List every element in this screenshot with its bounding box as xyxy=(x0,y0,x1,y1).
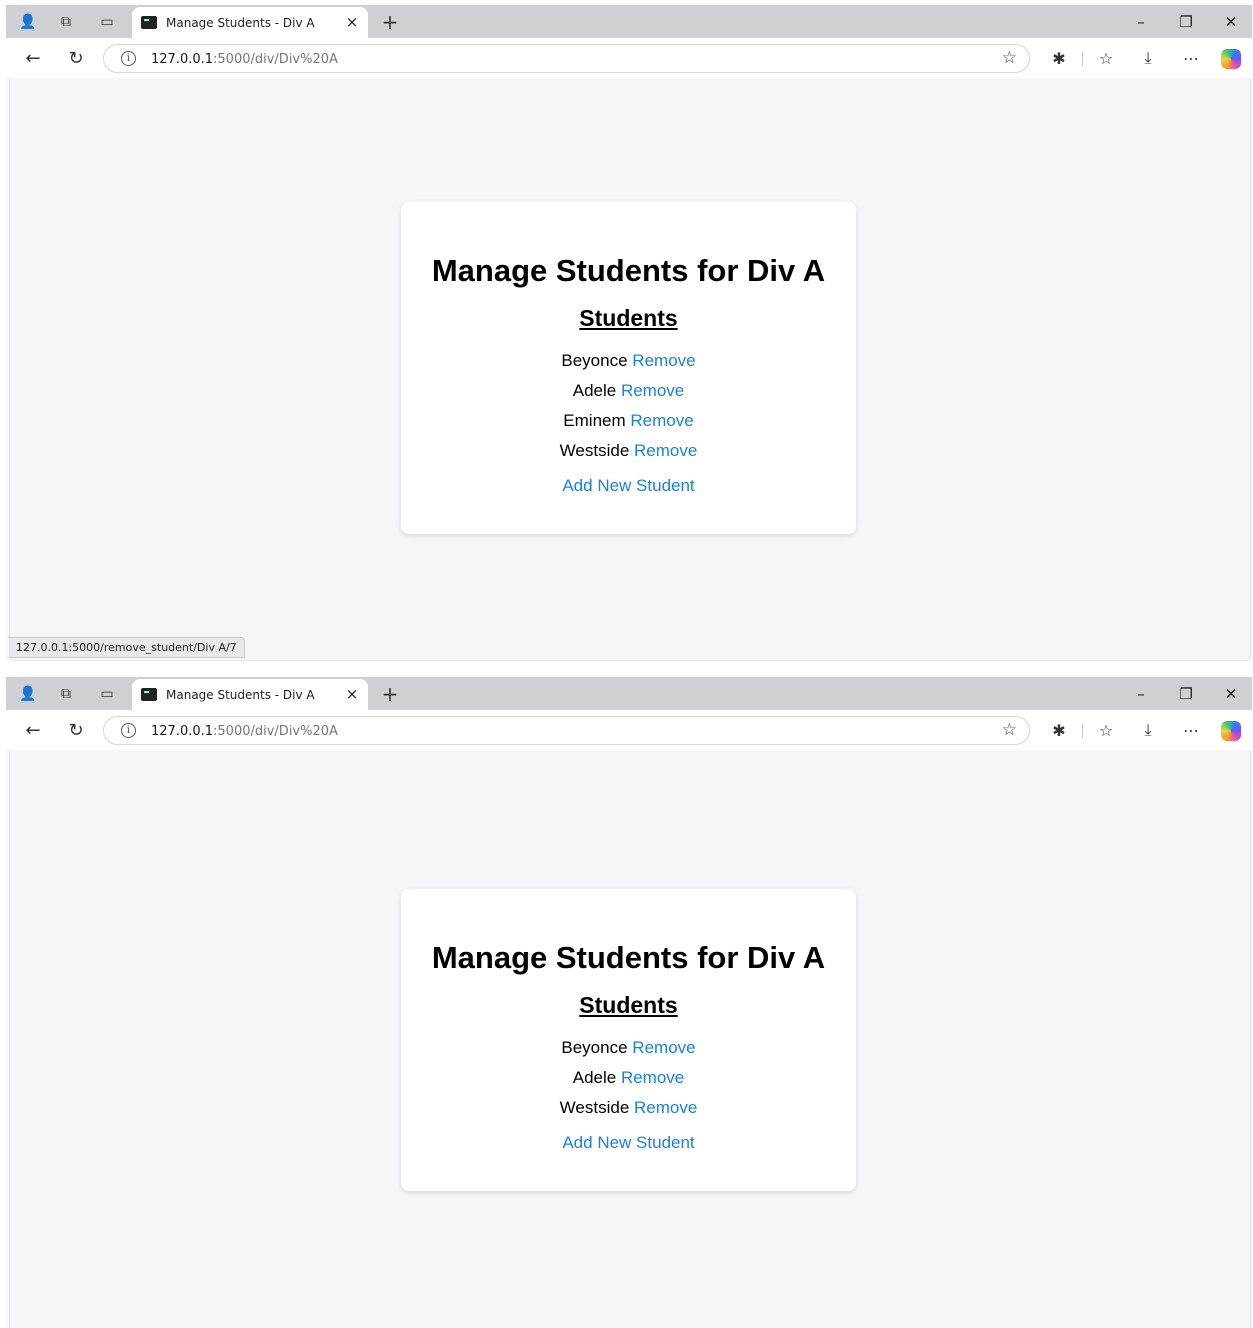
list-item: Beyonce Remove xyxy=(401,346,856,376)
student-list: Beyonce Remove Adele Remove Westside Rem… xyxy=(401,1033,856,1123)
extensions-icon[interactable]: ✱ xyxy=(1046,718,1072,742)
refresh-button[interactable]: ↻ xyxy=(63,718,89,742)
browser-toolbar: ← ↻ i 127.0.0.1:5000/div/Div%20A ☆ ✱ ☆ ⤓… xyxy=(6,38,1252,78)
list-item: Adele Remove xyxy=(401,1063,856,1093)
tab-title: Manage Students - Div A xyxy=(166,16,315,30)
add-new-student-link[interactable]: Add New Student xyxy=(562,1133,694,1153)
back-button[interactable]: ← xyxy=(20,718,46,742)
workspaces-icon[interactable]: ⧉ xyxy=(55,683,77,705)
copilot-icon[interactable] xyxy=(1221,49,1241,69)
page-title: Manage Students for Div A xyxy=(431,940,826,975)
site-info-icon[interactable]: i xyxy=(121,723,136,738)
profile-icon[interactable]: 👤 xyxy=(17,11,39,33)
minimize-button[interactable]: – xyxy=(1126,11,1156,33)
add-new-student-link[interactable]: Add New Student xyxy=(562,476,694,496)
more-menu-icon[interactable]: ⋯ xyxy=(1178,46,1204,70)
favorites-icon[interactable]: ☆ xyxy=(1093,46,1119,70)
restore-button[interactable]: ❐ xyxy=(1171,11,1201,33)
close-window-button[interactable]: ✕ xyxy=(1216,683,1246,705)
remove-link[interactable]: Remove xyxy=(632,1038,695,1057)
tab-strip: 👤 ⧉ ▭ Manage Students - Div A × + – ❐ ✕ xyxy=(6,5,1252,38)
minimize-button[interactable]: – xyxy=(1126,683,1156,705)
students-heading: Students xyxy=(579,992,678,1018)
terminal-favicon-icon xyxy=(141,16,157,29)
student-name: Adele xyxy=(572,381,617,400)
back-button[interactable]: ← xyxy=(20,46,46,70)
student-name: Beyonce xyxy=(561,351,628,370)
remove-link[interactable]: Remove xyxy=(621,381,684,400)
copilot-icon[interactable] xyxy=(1221,721,1241,741)
student-name: Adele xyxy=(572,1068,617,1087)
site-info-icon[interactable]: i xyxy=(121,51,136,66)
list-item: Beyonce Remove xyxy=(401,1033,856,1063)
address-bar[interactable]: i 127.0.0.1:5000/div/Div%20A ☆ xyxy=(103,716,1030,745)
browser-toolbar: ← ↻ i 127.0.0.1:5000/div/Div%20A ☆ ✱ ☆ ⤓… xyxy=(6,710,1252,750)
student-name: Westside xyxy=(559,1098,630,1117)
student-name: Beyonce xyxy=(561,1038,628,1057)
vertical-tabs-icon[interactable]: ▭ xyxy=(96,11,118,33)
list-item: Adele Remove xyxy=(401,376,856,406)
more-menu-icon[interactable]: ⋯ xyxy=(1178,718,1204,742)
page-viewport: Manage Students for Div A Students Beyon… xyxy=(9,750,1251,1328)
student-name: Westside xyxy=(559,441,630,460)
close-tab-icon[interactable]: × xyxy=(342,12,362,32)
refresh-button[interactable]: ↻ xyxy=(63,46,89,70)
tab-title: Manage Students - Div A xyxy=(166,688,315,702)
status-bar-url: 127.0.0.1:5000/remove_student/Div A/7 xyxy=(9,637,245,658)
favorite-star-icon[interactable]: ☆ xyxy=(1002,48,1017,68)
close-tab-icon[interactable]: × xyxy=(342,684,362,704)
browser-window-1: 👤 ⧉ ▭ Manage Students - Div A × + – ❐ ✕ … xyxy=(6,5,1252,661)
new-tab-button[interactable]: + xyxy=(378,10,402,34)
downloads-icon[interactable]: ⤓ xyxy=(1135,46,1161,70)
students-heading: Students xyxy=(579,305,678,331)
close-window-button[interactable]: ✕ xyxy=(1216,11,1246,33)
student-list: Beyonce Remove Adele Remove Eminem Remov… xyxy=(401,346,856,466)
new-tab-button[interactable]: + xyxy=(378,682,402,706)
page-viewport: Manage Students for Div A Students Beyon… xyxy=(9,78,1251,661)
favorites-icon[interactable]: ☆ xyxy=(1093,718,1119,742)
browser-window-2: 👤 ⧉ ▭ Manage Students - Div A × + – ❐ ✕ … xyxy=(6,677,1252,1328)
extensions-icon[interactable]: ✱ xyxy=(1046,46,1072,70)
url-text[interactable]: 127.0.0.1:5000/div/Div%20A xyxy=(151,52,338,67)
toolbar-divider xyxy=(1082,724,1083,738)
vertical-tabs-icon[interactable]: ▭ xyxy=(96,683,118,705)
remove-link[interactable]: Remove xyxy=(632,351,695,370)
student-name: Eminem xyxy=(563,411,626,430)
terminal-favicon-icon xyxy=(141,688,157,701)
tab-strip: 👤 ⧉ ▭ Manage Students - Div A × + – ❐ ✕ xyxy=(6,677,1252,710)
active-tab[interactable]: Manage Students - Div A × xyxy=(132,679,368,710)
remove-link[interactable]: Remove xyxy=(630,411,693,430)
manage-students-card: Manage Students for Div A Students Beyon… xyxy=(401,202,856,534)
remove-link[interactable]: Remove xyxy=(634,441,697,460)
remove-link[interactable]: Remove xyxy=(621,1068,684,1087)
workspaces-icon[interactable]: ⧉ xyxy=(55,11,77,33)
profile-icon[interactable]: 👤 xyxy=(17,683,39,705)
url-text[interactable]: 127.0.0.1:5000/div/Div%20A xyxy=(151,724,338,739)
favorite-star-icon[interactable]: ☆ xyxy=(1002,720,1017,740)
list-item: Westside Remove xyxy=(401,1093,856,1123)
toolbar-divider xyxy=(1082,52,1083,66)
active-tab[interactable]: Manage Students - Div A × xyxy=(132,7,368,38)
remove-link[interactable]: Remove xyxy=(634,1098,697,1117)
manage-students-card: Manage Students for Div A Students Beyon… xyxy=(401,889,856,1191)
list-item: Westside Remove xyxy=(401,436,856,466)
page-title: Manage Students for Div A xyxy=(431,253,826,288)
list-item: Eminem Remove xyxy=(401,406,856,436)
downloads-icon[interactable]: ⤓ xyxy=(1135,718,1161,742)
restore-button[interactable]: ❐ xyxy=(1171,683,1201,705)
address-bar[interactable]: i 127.0.0.1:5000/div/Div%20A ☆ xyxy=(103,44,1030,73)
